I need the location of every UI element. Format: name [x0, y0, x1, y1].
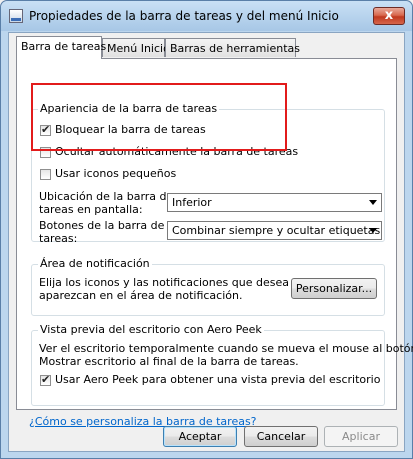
apply-button[interactable]: Aplicar: [324, 426, 398, 447]
tab-menu-inicio[interactable]: Menú Inicio: [102, 38, 170, 57]
customize-button[interactable]: Personalizar...: [291, 278, 377, 299]
notification-group-label: Área de notificación: [38, 257, 152, 270]
taskbar-buttons-select[interactable]: Combinar siempre y ocultar etiquetas: [167, 221, 382, 240]
lock-taskbar-label: Bloquear la barra de tareas: [55, 123, 206, 136]
accept-button[interactable]: Aceptar: [163, 426, 237, 447]
autohide-taskbar-label: Ocultar automáticamente la barra de tare…: [55, 145, 299, 158]
autohide-taskbar-row[interactable]: Ocultar automáticamente la barra de tare…: [40, 145, 298, 158]
taskbar-properties-icon: [9, 9, 23, 23]
aero-peek-text-line2: Mostrar escritorio al final de la barra …: [39, 355, 299, 368]
buttons-label-line1: Botones de la barra de: [39, 219, 165, 232]
small-icons-label: Usar iconos pequeños: [55, 167, 177, 180]
use-aero-peek-row[interactable]: Usar Aero Peek para obtener una vista pr…: [40, 373, 380, 386]
chevron-down-icon: [369, 228, 377, 233]
tab-panel: Apariencia de la barra de tareas Bloquea…: [16, 58, 413, 410]
chevron-down-icon: [369, 200, 377, 205]
tab-barra-de-tareas[interactable]: Barra de tareas: [16, 36, 106, 59]
notification-text-line2: aparezcan en el área de notificación.: [39, 289, 243, 302]
appearance-group-label: Apariencia de la barra de tareas: [38, 102, 220, 115]
window-title: Propiedades de la barra de tareas y del …: [29, 9, 339, 23]
location-select-value: Inferior: [172, 196, 212, 209]
small-icons-row[interactable]: Usar iconos pequeños: [40, 167, 176, 180]
aero-peek-group-label: Vista previa del escritorio con Aero Pee…: [38, 323, 264, 336]
lock-taskbar-row[interactable]: Bloquear la barra de tareas: [40, 123, 206, 136]
autohide-taskbar-checkbox[interactable]: [40, 146, 51, 158]
small-icons-checkbox[interactable]: [40, 168, 51, 180]
notification-text-line1: Elija los iconos y las notificaciones qu…: [39, 276, 314, 289]
lock-taskbar-checkbox[interactable]: [40, 123, 51, 136]
location-label-line2: tareas en pantalla:: [39, 203, 143, 216]
use-aero-peek-checkbox[interactable]: [40, 373, 51, 386]
use-aero-peek-label: Usar Aero Peek para obtener una vista pr…: [55, 373, 381, 386]
close-button[interactable]: x: [373, 7, 405, 25]
title-bar[interactable]: Propiedades de la barra de tareas y del …: [1, 1, 412, 31]
taskbar-buttons-select-value: Combinar siempre y ocultar etiquetas: [172, 224, 381, 237]
tab-barras-de-herramientas[interactable]: Barras de herramientas: [165, 38, 300, 57]
location-label-line1: Ubicación de la barra de: [39, 190, 174, 203]
aero-peek-text-line1: Ver el escritorio temporalmente cuando s…: [39, 342, 413, 355]
buttons-label-line2: tareas:: [39, 232, 78, 245]
cancel-button[interactable]: Cancelar: [244, 426, 318, 447]
dialog-client-area: Barra de tareas Menú Inicio Barras de he…: [8, 32, 413, 452]
dialog-window: Propiedades de la barra de tareas y del …: [0, 0, 413, 459]
location-select[interactable]: Inferior: [167, 193, 382, 212]
